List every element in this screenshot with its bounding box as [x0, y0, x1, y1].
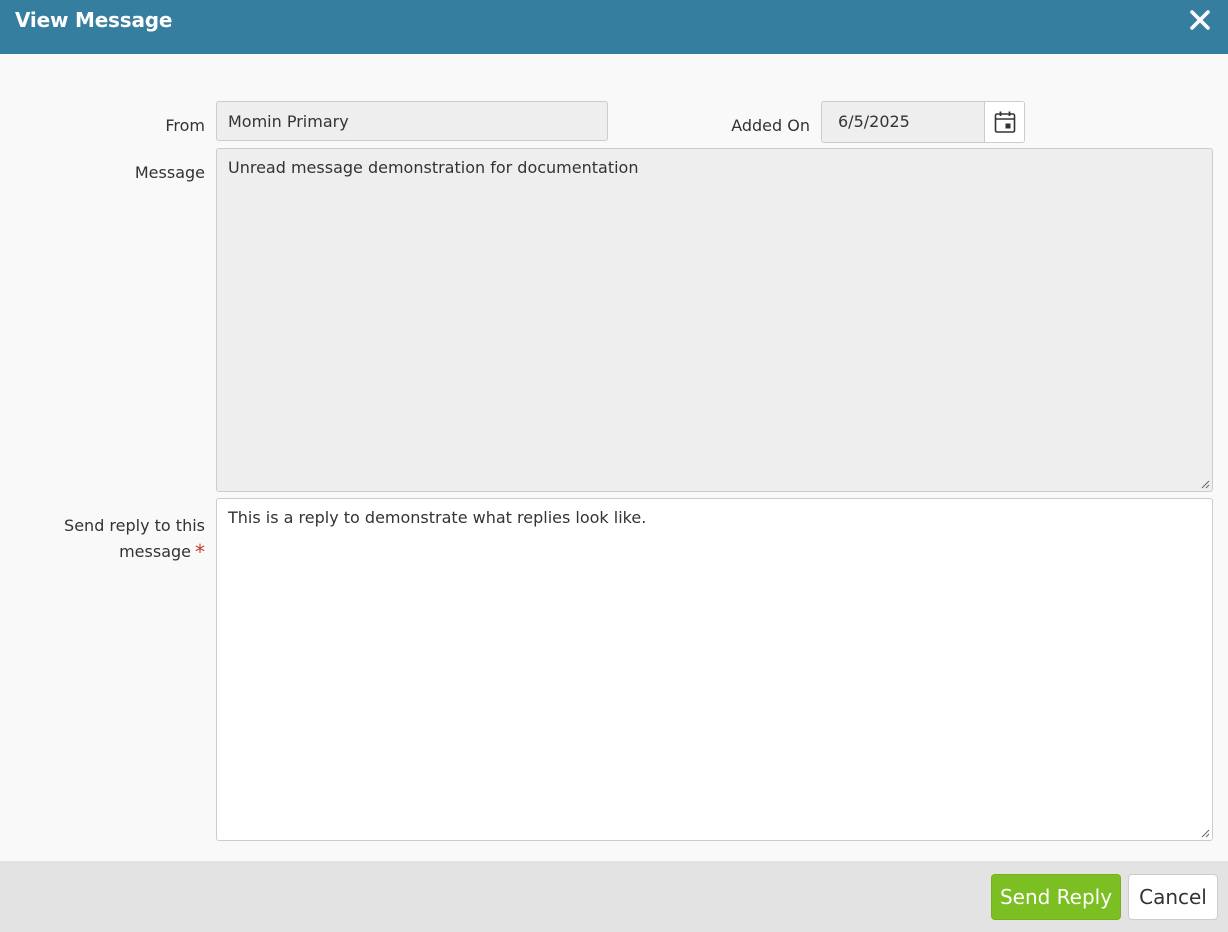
view-message-dialog: View Message From Momin Primary Added On… — [0, 0, 1228, 932]
from-field[interactable]: Momin Primary — [216, 101, 608, 141]
message-text: Unread message demonstration for documen… — [228, 158, 639, 177]
reply-text: This is a reply to demonstrate what repl… — [228, 508, 647, 527]
message-label: Message — [134, 163, 205, 182]
cancel-button[interactable]: Cancel — [1128, 874, 1218, 920]
reply-textarea[interactable]: This is a reply to demonstrate what repl… — [216, 498, 1213, 841]
calendar-icon — [994, 111, 1015, 133]
added-on-label: Added On — [731, 116, 810, 135]
close-button[interactable] — [1186, 6, 1214, 34]
from-label: From — [165, 116, 205, 135]
message-textarea[interactable]: Unread message demonstration for documen… — [216, 148, 1213, 492]
reply-label-line1: Send reply to this — [64, 516, 205, 535]
dialog-title: View Message — [15, 8, 173, 32]
send-reply-button[interactable]: Send Reply — [991, 874, 1121, 920]
reply-label-line2-wrap: message * — [40, 539, 205, 565]
reply-label: Send reply to this message * — [40, 513, 205, 565]
calendar-button[interactable] — [984, 102, 1024, 142]
added-on-field[interactable]: 6/5/2025 — [838, 102, 910, 142]
resize-grip-icon[interactable] — [1200, 479, 1210, 489]
resize-grip-icon[interactable] — [1200, 828, 1210, 838]
required-marker: * — [195, 540, 205, 564]
close-icon — [1190, 10, 1210, 30]
dialog-titlebar: View Message — [0, 0, 1228, 54]
added-on-date-picker: 6/5/2025 — [821, 101, 1025, 143]
reply-label-line2: message — [119, 542, 191, 561]
